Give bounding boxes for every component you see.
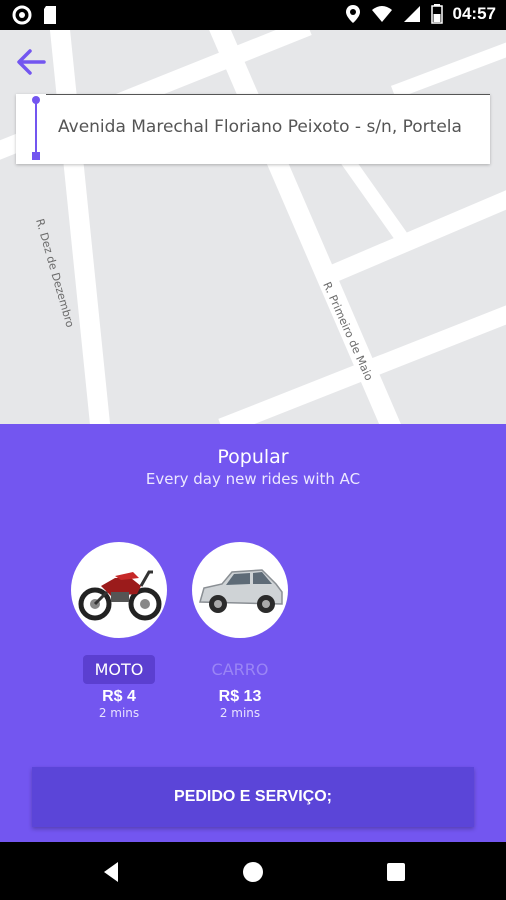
category-title: Popular [217, 446, 289, 468]
circle-notification-icon [12, 5, 32, 25]
option-carro[interactable]: CARRO R$ 13 2 mins [190, 542, 290, 720]
home-nav-icon[interactable] [238, 857, 268, 887]
location-icon [345, 5, 360, 23]
back-arrow-icon[interactable] [12, 42, 52, 82]
option-price: R$ 13 [218, 688, 262, 705]
back-nav-icon[interactable] [96, 857, 126, 887]
status-bar: 04:57 [0, 0, 506, 30]
clock: 04:57 [452, 4, 496, 23]
street-label-dez-dezembro: R. Dez de Dezembro [33, 217, 77, 329]
car-image [192, 542, 288, 638]
option-moto[interactable]: MOTO R$ 4 2 mins [69, 542, 169, 720]
destination-square-icon [32, 152, 40, 160]
street-label-primeiro-maio: R. Primeiro de Maio [320, 280, 375, 383]
option-name: CARRO [211, 660, 269, 679]
category-subtitle: Every day new rides with AC [145, 470, 361, 488]
wifi-icon [371, 6, 392, 22]
signal-icon [403, 6, 420, 22]
option-eta: 2 mins [219, 706, 261, 720]
ride-options-panel: Popular Every day new rides with AC MOTO… [0, 424, 506, 842]
map-view[interactable]: R. Dez de Dezembro R. Primeiro de Maio A… [0, 30, 506, 424]
order-button[interactable]: PEDIDO E SERVIÇO; [32, 767, 474, 827]
motorcycle-image [71, 542, 167, 638]
map-roads: R. Dez de Dezembro R. Primeiro de Maio [0, 30, 506, 424]
sd-card-icon [44, 6, 56, 24]
navigation-bar [0, 842, 506, 900]
address-text[interactable]: Avenida Marechal Floriano Peixoto - s/n,… [58, 117, 478, 137]
address-card[interactable]: Avenida Marechal Floriano Peixoto - s/n,… [16, 94, 490, 164]
option-eta: 2 mins [98, 706, 140, 720]
address-divider [46, 94, 490, 95]
route-line [35, 102, 37, 154]
option-price: R$ 4 [102, 688, 136, 705]
option-name: MOTO [82, 655, 156, 684]
recents-nav-icon[interactable] [381, 857, 411, 887]
battery-icon [430, 4, 443, 24]
